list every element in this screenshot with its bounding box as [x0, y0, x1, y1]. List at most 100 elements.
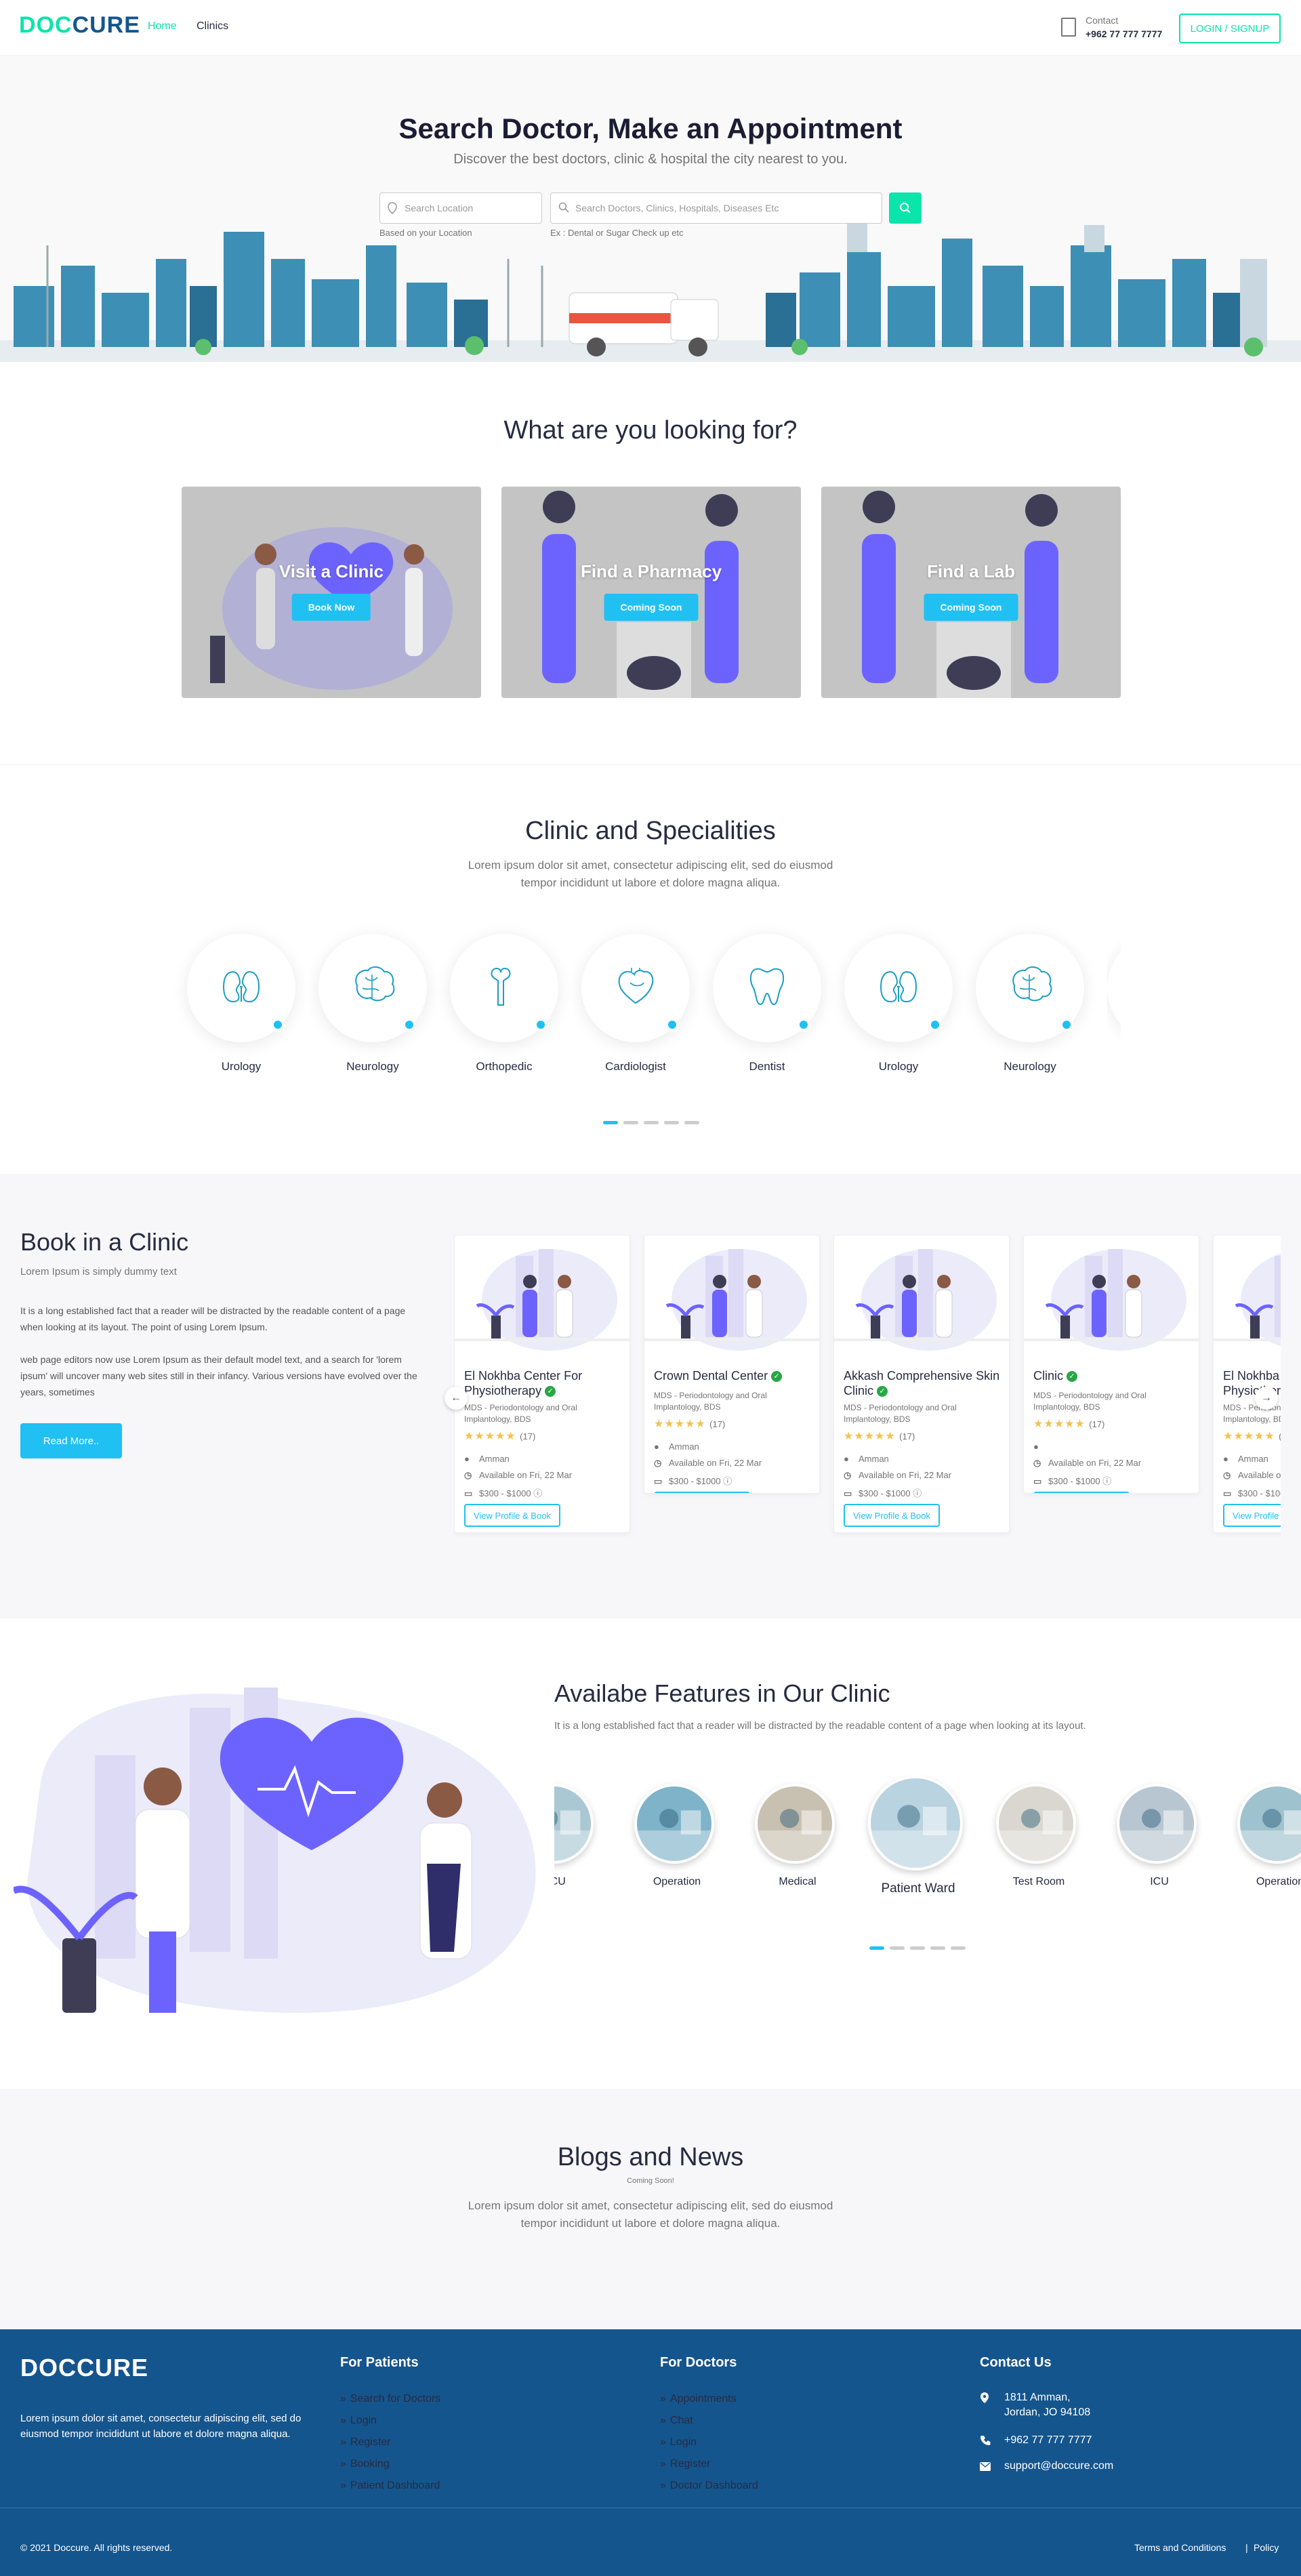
doctor-search-input[interactable]: Search Doctors, Clinics, Hospitals, Dise… — [550, 192, 882, 224]
view-profile-book-button[interactable]: View Profile & Book — [654, 1492, 750, 1493]
clinic-card[interactable]: El Nokhba Center For Physiotherapy ✓ MDS… — [454, 1235, 630, 1533]
patient-link[interactable]: » Login — [340, 2415, 377, 2427]
find-pharmacy-card[interactable]: Find a Pharmacy Coming Soon — [501, 487, 801, 698]
speciality-item[interactable]: Dentist — [713, 934, 821, 1073]
doctor-link[interactable]: » Register — [660, 2458, 710, 2470]
patient-link[interactable]: » Patient Dashboard — [340, 2480, 440, 2492]
location-search-input[interactable]: Search Location — [379, 192, 542, 224]
speciality-item[interactable]: Cardiologist — [581, 934, 690, 1073]
info-icon: ⓘ — [1102, 1476, 1112, 1486]
speciality-indicator-dot — [797, 1018, 810, 1031]
clinic-carousel-viewport: El Nokhba Center For Physiotherapy ✓ MDS… — [454, 1235, 1281, 1587]
view-profile-book-button[interactable]: View Profile & Book — [844, 1504, 940, 1527]
address-line1: 1811 Amman, — [1004, 2392, 1071, 2403]
clinic-location: ● Amman — [654, 1442, 699, 1452]
clinic-cards-track: El Nokhba Center For Physiotherapy ✓ MDS… — [454, 1235, 1281, 1587]
info-icon: ⓘ — [723, 1476, 732, 1486]
page-dot[interactable] — [869, 1946, 884, 1950]
footer-about: Lorem ipsum dolor sit amet, consectetur … — [20, 2413, 302, 2440]
visit-clinic-card[interactable]: Visit a Clinic Book Now — [182, 487, 481, 698]
chevron-right-icon: » — [340, 2393, 346, 2405]
rating-stars: ★★★★★ (17) — [654, 1418, 726, 1430]
login-signup-button[interactable]: LOGIN / SIGNUP — [1179, 14, 1281, 43]
speciality-item[interactable]: Urology — [844, 934, 953, 1073]
doctor-link[interactable]: » Chat — [660, 2415, 693, 2427]
patient-link[interactable]: » Register — [340, 2436, 390, 2449]
page-dot[interactable] — [890, 1946, 905, 1950]
features-title: Availabe Features in Our Clinic — [554, 1679, 890, 1707]
patient-link[interactable]: » Booking — [340, 2458, 390, 2470]
terms-link[interactable]: Terms and Conditions — [1134, 2542, 1226, 2553]
page-dot[interactable] — [664, 1121, 679, 1124]
view-profile-book-button[interactable]: View Profile & Book — [1033, 1492, 1130, 1493]
rating-stars: ★★★★★ (17) — [464, 1431, 536, 1442]
footer-email[interactable]: support@doccure.com — [1004, 2460, 1113, 2472]
doctor-link[interactable]: » Appointments — [660, 2393, 737, 2405]
clinic-name[interactable]: Crown Dental Center ✓ — [654, 1368, 811, 1383]
page-dot[interactable] — [684, 1121, 699, 1124]
speciality-indicator-dot — [402, 1018, 416, 1031]
doctors-heading: For Doctors — [660, 2355, 737, 2370]
clinic-card[interactable]: Akkash Comprehensive Skin Clinic ✓ MDS -… — [833, 1235, 1010, 1533]
lab-coming-soon-button[interactable]: Coming Soon — [924, 594, 1018, 621]
search-button[interactable] — [889, 192, 922, 224]
footer-logo[interactable]: DOCCURE — [20, 2354, 148, 2382]
doctors-illustration — [14, 1688, 536, 2013]
money-icon: ▭ — [654, 1476, 663, 1486]
speciality-label: Cardiologist — [605, 1060, 666, 1073]
hero-banner: Search Doctor, Make an Appointment Disco… — [0, 56, 1301, 362]
speciality-item[interactable]: Orthopedic — [450, 934, 558, 1073]
page-dot[interactable] — [644, 1121, 659, 1124]
carousel-next-button[interactable]: → — [1255, 1387, 1278, 1410]
find-lab-card[interactable]: Find a Lab Coming Soon — [821, 487, 1121, 698]
book-now-button[interactable]: Book Now — [291, 594, 371, 621]
clinic-location: ● — [1033, 1442, 1048, 1452]
doctor-link[interactable]: » Doctor Dashboard — [660, 2480, 758, 2492]
clinic-name[interactable]: Akkash Comprehensive Skin Clinic ✓ — [844, 1368, 1001, 1398]
map-marker-icon — [980, 2392, 989, 2403]
patients-heading: For Patients — [340, 2355, 419, 2370]
chevron-right-icon: » — [660, 2480, 666, 2491]
page-dot[interactable] — [930, 1946, 945, 1950]
clinic-card[interactable]: El Nokhba Center For Physiotherapy ✓ MDS… — [1213, 1235, 1281, 1533]
lab-illustration — [862, 491, 1058, 698]
page-dot[interactable] — [603, 1121, 618, 1124]
specialities-pagination[interactable] — [603, 1116, 705, 1128]
blogs-title: Blogs and News — [557, 2143, 744, 2171]
nav-clinics[interactable]: Clinics — [197, 20, 228, 33]
view-profile-book-button[interactable]: View Profile & Book — [464, 1504, 560, 1527]
page-dot[interactable] — [623, 1121, 638, 1124]
clinic-location: ● Amman — [844, 1454, 889, 1464]
view-profile-book-button[interactable]: View Profile & Book — [1223, 1504, 1281, 1527]
speciality-label: Urology — [878, 1060, 919, 1073]
copyright: © 2021 Doccure. All rights reserved. — [20, 2542, 173, 2553]
speciality-item[interactable]: Neurology — [318, 934, 427, 1073]
policy-link[interactable]: Policy — [1254, 2542, 1279, 2553]
hospital-icon — [1061, 18, 1076, 37]
clinic-speciality: MDS - Periodontology and Oral Implantolo… — [464, 1403, 577, 1424]
nav-home[interactable]: Home — [148, 20, 177, 33]
page-dot[interactable] — [910, 1946, 925, 1950]
page-dot[interactable] — [951, 1946, 966, 1950]
features-pagination[interactable] — [869, 1941, 971, 1953]
speciality-item[interactable]: Urology — [187, 934, 295, 1073]
read-more-button[interactable]: Read More.. — [20, 1423, 122, 1458]
clinic-card[interactable]: Clinic ✓ MDS - Periodontology and Oral I… — [1023, 1235, 1199, 1494]
carousel-prev-button[interactable]: ← — [445, 1387, 468, 1410]
speciality-indicator-dot — [271, 1018, 285, 1031]
map-pin-icon: ● — [464, 1454, 470, 1464]
speciality-item[interactable]: Neurology — [976, 934, 1084, 1073]
logo[interactable]: DOCCURE — [19, 12, 140, 39]
clinic-image — [644, 1235, 819, 1364]
feature-label: Medical — [779, 1876, 817, 1887]
coming-soon-tag: Coming Soon! — [627, 2177, 674, 2185]
heart-icon — [614, 965, 657, 1012]
money-icon: ▭ — [1223, 1488, 1232, 1498]
clinic-name[interactable]: El Nokhba Center For Physiotherapy ✓ — [464, 1368, 621, 1398]
clinic-name[interactable]: Clinic ✓ — [1033, 1368, 1191, 1383]
clinic-price: ▭$300 - $1000 ⓘ — [1033, 1476, 1112, 1486]
pharmacy-coming-soon-button[interactable]: Coming Soon — [604, 594, 699, 621]
clinic-card[interactable]: Crown Dental Center ✓ MDS - Periodontolo… — [644, 1235, 820, 1494]
doctor-link[interactable]: » Login — [660, 2436, 697, 2449]
patient-link[interactable]: » Search for Doctors — [340, 2393, 440, 2405]
